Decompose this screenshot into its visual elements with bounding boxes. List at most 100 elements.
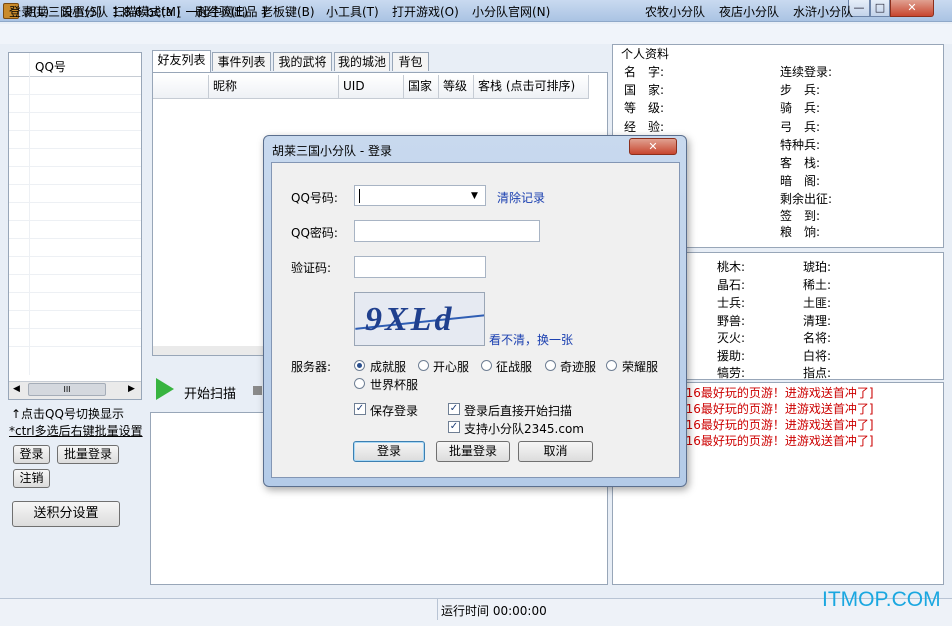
col-country[interactable]: 国家 <box>404 75 439 99</box>
col-blank[interactable] <box>153 75 209 99</box>
res-peach: 桃木: <box>717 260 746 274</box>
server-label-chengjiu[interactable]: 成就服 <box>370 358 406 375</box>
server-label-zhengzhan[interactable]: 征战服 <box>496 358 532 375</box>
menu-boss-key[interactable]: 老板键(B) <box>261 3 315 20</box>
support-label[interactable]: 支持小分队2345.com <box>464 420 584 437</box>
log-line: 016最好玩的页游！进游戏送首冲了] <box>678 418 874 432</box>
captcha-image[interactable]: 9XLd <box>354 292 485 346</box>
menu-settings[interactable]: 设置(S) <box>61 3 102 20</box>
qq-password-label: QQ密码: <box>291 226 338 240</box>
tab-bag[interactable]: 背包 <box>392 52 429 71</box>
server-radio-zhengzhan[interactable] <box>481 360 492 371</box>
log-line: 016最好玩的页游！进游戏送首冲了] <box>678 434 874 448</box>
dialog-cancel-button[interactable]: 取消 <box>518 441 593 462</box>
logout-button[interactable]: 注销 <box>13 469 50 488</box>
col-inn[interactable]: 客栈 (点击可排序) <box>474 75 589 99</box>
scroll-left-icon[interactable]: ◀ <box>13 384 20 394</box>
res-white-general: 白将: <box>803 349 832 363</box>
server-label: 服务器: <box>291 360 332 374</box>
menu-exp[interactable]: 刷经验(E) <box>195 3 248 20</box>
res-guidance: 指点: <box>803 366 832 380</box>
profile-expeditions: 剩余出征: <box>780 192 833 206</box>
log-line: 016最好玩的页游！进游戏送首冲了] <box>678 402 874 416</box>
col-uid[interactable]: UID <box>339 75 404 99</box>
col-level[interactable]: 等级 <box>439 75 474 99</box>
points-settings-button[interactable]: 送积分设置 <box>12 501 120 527</box>
qq-password-input[interactable] <box>354 220 540 242</box>
res-aid: 援助: <box>717 349 746 363</box>
profile-infantry: 步 兵: <box>780 83 821 97</box>
server-radio-rongyao[interactable] <box>606 360 617 371</box>
login-button[interactable]: 登录 <box>13 445 50 464</box>
menu-scan-mode[interactable]: 扫描模式(M) <box>113 3 181 20</box>
hint-switch: ↑点击QQ号切换显示 <box>11 407 124 421</box>
auto-scan-label[interactable]: 登录后直接开始扫描 <box>464 402 572 419</box>
menu-website[interactable]: 小分队官网(N) <box>472 3 550 20</box>
text-cursor <box>359 188 360 203</box>
dropdown-arrow-icon[interactable]: ▼ <box>471 191 478 201</box>
server-label-worldcup[interactable]: 世界杯服 <box>370 376 418 393</box>
menu-farm-team[interactable]: 农牧小分队 <box>645 3 705 20</box>
res-amber: 琥珀: <box>803 260 832 274</box>
profile-rations: 粮 饷: <box>780 225 821 239</box>
dialog-batch-login-button[interactable]: 批量登录 <box>436 441 510 462</box>
server-label-rongyao[interactable]: 荣耀服 <box>622 358 658 375</box>
server-radio-chengjiu[interactable] <box>354 360 365 371</box>
tab-friends[interactable]: 好友列表 <box>152 50 211 72</box>
refresh-captcha-link[interactable]: 看不清，换一张 <box>489 331 573 348</box>
scroll-right-icon[interactable]: ▶ <box>128 384 135 394</box>
profile-login-streak: 连续登录: <box>780 65 833 79</box>
clear-records-link[interactable]: 清除记录 <box>497 189 545 206</box>
menu-open-game[interactable]: 打开游戏(O) <box>392 3 459 20</box>
menu-shuihu-team[interactable]: 水浒小分队 <box>793 3 853 20</box>
batch-login-button[interactable]: 批量登录 <box>57 445 119 464</box>
support-checkbox[interactable]: ✓ <box>448 421 460 433</box>
save-login-checkbox[interactable]: ✓ <box>354 403 366 415</box>
save-login-label[interactable]: 保存登录 <box>370 402 418 419</box>
auto-scan-checkbox[interactable]: ✓ <box>448 403 460 415</box>
stop-icon[interactable] <box>253 386 262 395</box>
server-radio-kaixin[interactable] <box>418 360 429 371</box>
res-beast: 野兽: <box>717 314 746 328</box>
dialog-login-button[interactable]: 登录 <box>353 441 425 462</box>
profile-country: 国 家: <box>624 83 665 97</box>
tab-cities[interactable]: 我的城池 <box>334 52 390 71</box>
status-divider <box>437 598 438 620</box>
profile-name: 名 字: <box>624 65 665 79</box>
dialog-close-button[interactable]: ✕ <box>629 138 677 155</box>
captcha-text: 9XLd <box>365 301 455 338</box>
qq-column-header[interactable]: QQ号 <box>35 58 66 75</box>
res-soldier: 士兵: <box>717 296 746 310</box>
menu-tools[interactable]: 小工具(T) <box>326 3 379 20</box>
menu-bar <box>0 24 952 44</box>
profile-cavalry: 骑 兵: <box>780 101 821 115</box>
qq-number-input[interactable] <box>354 185 486 206</box>
tab-events[interactable]: 事件列表 <box>212 52 271 71</box>
captcha-input[interactable] <box>354 256 486 278</box>
close-button[interactable]: ✕ <box>890 0 934 17</box>
start-scan-label[interactable]: 开始扫描 <box>184 383 236 402</box>
profile-archers: 弓 兵: <box>780 120 821 134</box>
col-nickname[interactable]: 昵称 <box>209 75 339 99</box>
server-radio-worldcup[interactable] <box>354 378 365 389</box>
server-label-qiji[interactable]: 奇迹服 <box>560 358 596 375</box>
tab-generals[interactable]: 我的武将 <box>273 52 332 71</box>
log-line: 016最好玩的页游！进游戏送首冲了] <box>678 386 874 400</box>
watermark: ITMOP.COM <box>822 588 941 611</box>
server-radio-qiji[interactable] <box>545 360 556 371</box>
menu-club-team[interactable]: 夜店小分队 <box>719 3 779 20</box>
maximize-button[interactable]: □ <box>870 0 890 17</box>
qq-list[interactable] <box>8 52 142 400</box>
hint-batch: *ctrl多选后右键批量设置 <box>9 424 143 438</box>
play-icon[interactable] <box>156 378 174 400</box>
captcha-label: 验证码: <box>291 261 332 275</box>
res-fire: 灭火: <box>717 331 746 345</box>
server-label-kaixin[interactable]: 开心服 <box>433 358 469 375</box>
profile-inn: 客 栈: <box>780 156 821 170</box>
qq-number-label: QQ号码: <box>291 191 338 205</box>
res-clean: 清理: <box>803 314 832 328</box>
menu-login[interactable]: 登录(L) <box>9 3 49 20</box>
runtime-text: 运行时间 00:00:00 <box>441 604 547 618</box>
scroll-thumb[interactable]: III <box>28 383 106 396</box>
profile-level: 等 级: <box>624 101 665 115</box>
